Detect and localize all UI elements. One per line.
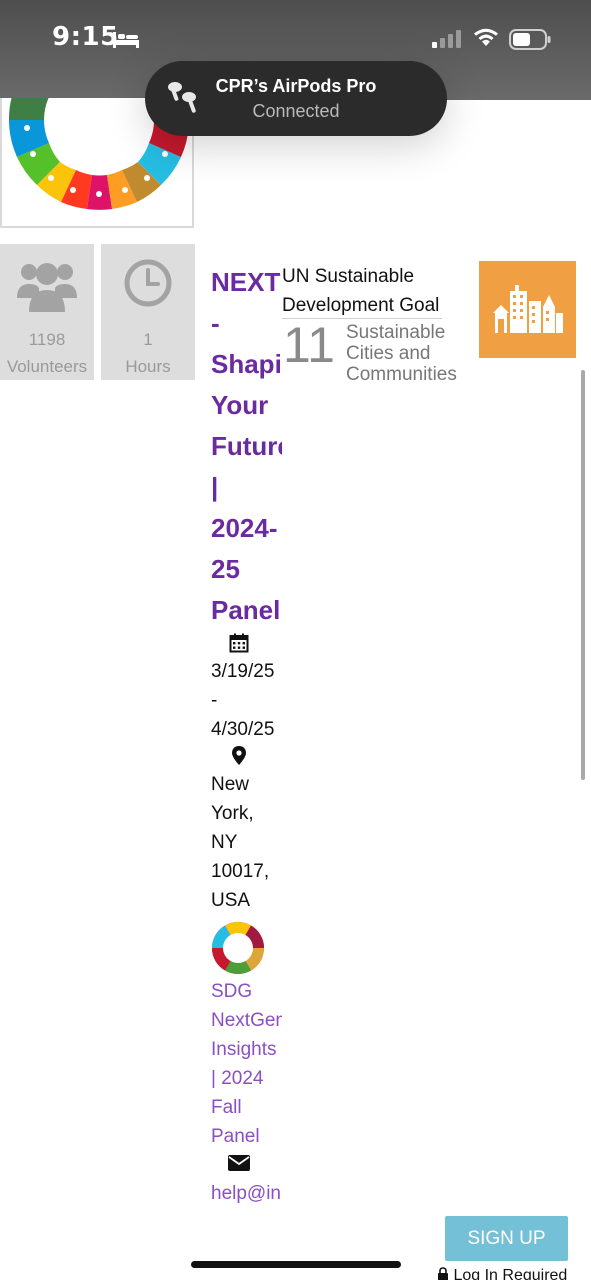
envelope-icon <box>228 1155 250 1171</box>
cellular-signal-icon <box>432 30 461 48</box>
airpods-connected-banner[interactable]: CPR’s AirPods Pro Connected <box>145 61 447 136</box>
event-title-line: - <box>211 308 220 338</box>
event-location-line: USA <box>211 890 251 911</box>
organization-line: Panel <box>211 1126 260 1147</box>
hours-label: Hours <box>125 357 171 376</box>
volunteers-label: Volunteers <box>6 357 88 376</box>
event-title-line: Your <box>211 390 269 420</box>
calendar-icon <box>229 633 249 653</box>
sdg-number: 11 <box>283 317 335 373</box>
organization-line: | 2024 <box>211 1068 264 1089</box>
users-icon <box>17 263 77 312</box>
location-pin-icon <box>232 746 246 765</box>
event-title[interactable]: NEXT - Shapi Your Future | 2024- 25 Panel <box>211 262 282 631</box>
sdg-heading: UN Sustainable Development Goal <box>282 262 439 320</box>
event-title-line: | <box>211 472 219 502</box>
event-title-line: Shapi <box>211 349 282 379</box>
sdg-goal-name: Sustainable Cities and Communities <box>346 322 457 385</box>
banner-title: CPR’s AirPods Pro <box>215 76 377 96</box>
event-location: New York, NY 10017, USA <box>211 770 282 915</box>
login-required-note: Log In Required <box>437 1267 567 1280</box>
event-location-line: 10017, <box>211 861 270 882</box>
sdg-goal-name-line: Sustainable <box>346 322 446 343</box>
sign-up-button[interactable]: SIGN UP <box>445 1216 568 1261</box>
home-indicator[interactable] <box>191 1261 401 1268</box>
hours-stat: 1 Hours <box>101 244 195 380</box>
sdg-11-tile[interactable] <box>479 261 576 358</box>
organization-link[interactable]: SDG NextGen Insights | 2024 Fall Panel <box>211 977 282 1151</box>
volunteers-stat: 1198 Volunteers <box>0 244 94 380</box>
contact-email-link[interactable]: help@in <box>211 1179 282 1208</box>
sdg-goal-name-line: Communities <box>346 364 457 385</box>
event-title-line: Future <box>211 431 282 461</box>
volunteers-count: 1198 <box>28 330 66 349</box>
banner-status: Connected <box>252 101 340 121</box>
scrollbar[interactable] <box>581 370 585 780</box>
wifi-icon <box>474 28 498 46</box>
clock-time: 9:15 <box>52 22 119 52</box>
organization-line: Fall <box>211 1097 242 1118</box>
event-title-line: 25 <box>211 554 240 584</box>
organization-logo-icon[interactable] <box>211 921 265 975</box>
city-buildings-icon <box>493 285 563 333</box>
sdg-heading-line1: UN Sustainable <box>282 266 415 287</box>
event-title-line: 2024- <box>211 513 278 543</box>
event-date-line: 4/30/25 <box>211 719 275 740</box>
organization-line: SDG <box>211 981 253 1002</box>
event-location-line: York, <box>211 803 254 824</box>
clock-icon <box>124 259 172 307</box>
event-date-line: - <box>211 690 218 711</box>
sdg-heading-line2: Development Goal <box>282 295 440 316</box>
event-title-line: NEXT <box>211 267 281 297</box>
event-title-line: Panel <box>211 595 281 625</box>
event-date-line: 3/19/25 <box>211 661 275 682</box>
organization-line: Insights <box>211 1039 277 1060</box>
login-required-text: Log In Required <box>453 1267 568 1280</box>
lock-icon <box>438 1267 448 1280</box>
battery-icon <box>509 29 551 50</box>
event-location-line: NY <box>211 832 238 853</box>
hours-count: 1 <box>143 330 153 349</box>
event-location-line: New <box>211 774 250 795</box>
organization-line: NextGen <box>211 1010 282 1031</box>
event-details: NEXT - Shapi Your Future | 2024- 25 Panel 3/19/2… <box>211 262 282 1208</box>
sdg-goal-name-line: Cities and <box>346 343 431 364</box>
event-dates: 3/19/25 - 4/30/25 <box>211 657 282 744</box>
bed-icon <box>113 32 139 48</box>
